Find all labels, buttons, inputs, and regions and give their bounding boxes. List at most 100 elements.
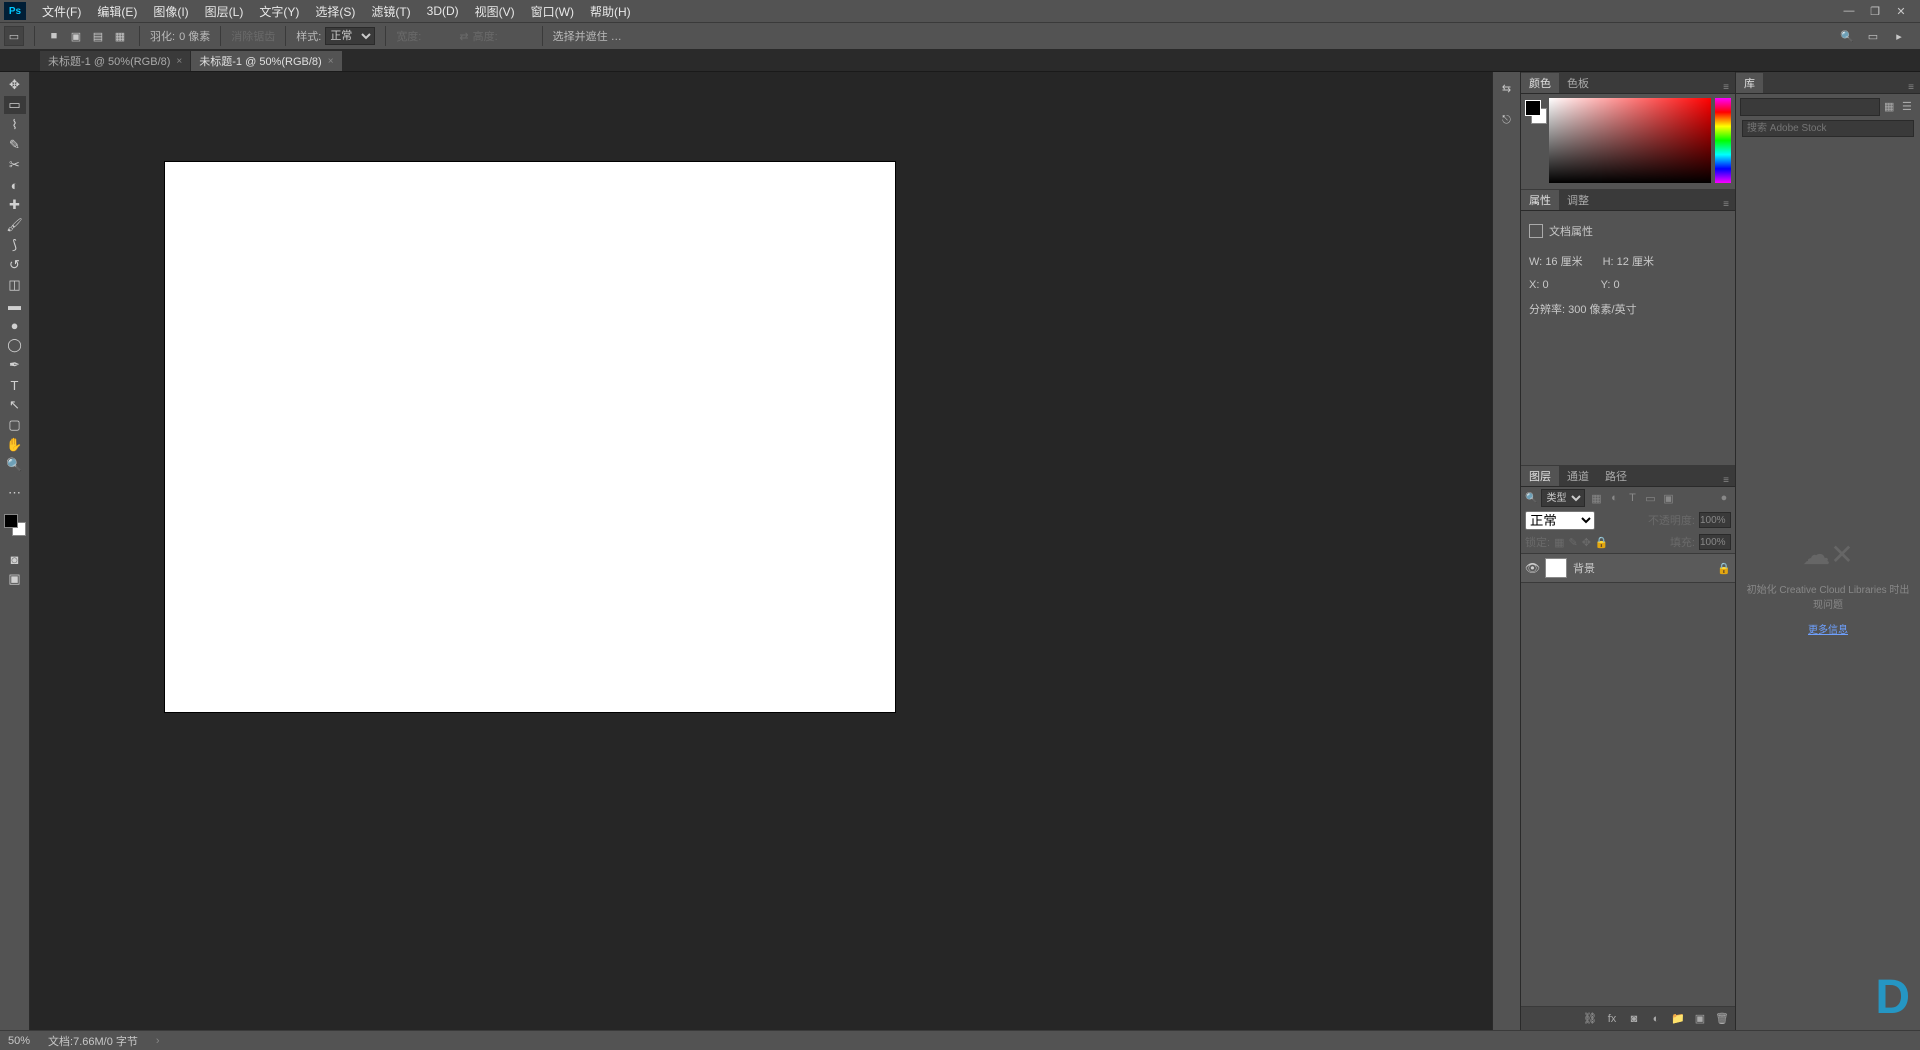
new-layer-icon[interactable]: ▣ [1693,1012,1707,1026]
panel-menu-icon[interactable]: ≡ [1717,199,1735,210]
menu-view[interactable]: 视图(V) [467,1,523,22]
close-icon[interactable]: ✕ [1894,4,1908,18]
fill-input[interactable] [1699,534,1731,550]
panel-menu-icon[interactable]: ≡ [1717,475,1735,486]
brush-tool[interactable]: 🖌 [4,216,26,234]
lock-artboard-icon[interactable]: ✥ [1582,536,1591,549]
search-icon[interactable]: 🔍 [1525,493,1537,504]
dodge-tool[interactable]: ◯ [4,336,26,354]
filter-shape-icon[interactable]: ▭ [1643,491,1657,505]
library-search-input[interactable] [1742,120,1914,137]
menu-select[interactable]: 选择(S) [307,1,363,22]
quick-select-tool[interactable]: ✎ [4,136,26,154]
gradient-tool[interactable]: ▬ [4,296,26,314]
history-brush-tool[interactable]: ↺ [4,256,26,274]
lasso-tool[interactable]: ⌇ [4,116,26,134]
menu-filter[interactable]: 滤镜(T) [363,1,418,22]
tab-color[interactable]: 颜色 [1521,73,1559,93]
filter-type-select[interactable]: 类型 [1541,489,1585,507]
tab-layers[interactable]: 图层 [1521,466,1559,486]
character-panel-icon[interactable]: ⎋ [1497,110,1517,130]
menu-3d[interactable]: 3D(D) [419,2,467,20]
maximize-icon[interactable]: ❐ [1868,4,1882,18]
lock-pixels-icon[interactable]: ▦ [1554,536,1564,549]
menu-edit[interactable]: 编辑(E) [89,1,145,22]
link-layers-icon[interactable]: ⛓ [1583,1012,1597,1026]
filter-adjust-icon[interactable]: ◐ [1607,491,1621,505]
screen-mode-icon[interactable]: ▣ [4,570,26,588]
quick-mask-icon[interactable]: ◙ [4,550,26,568]
add-selection-icon[interactable]: ▣ [67,27,85,45]
pen-tool[interactable]: ✒ [4,356,26,374]
tab-close-icon[interactable]: × [176,56,182,67]
panel-menu-icon[interactable]: ≡ [1717,82,1735,93]
saturation-picker[interactable] [1549,98,1711,183]
tool-preset[interactable]: ▭ [4,26,24,46]
filter-smart-icon[interactable]: ▣ [1661,491,1675,505]
menu-image[interactable]: 图像(I) [145,1,196,22]
group-icon[interactable]: 📁 [1671,1012,1685,1026]
opacity-input[interactable] [1699,512,1731,528]
menu-help[interactable]: 帮助(H) [582,1,639,22]
foreground-color[interactable] [4,514,18,528]
doc-size[interactable]: 文档:7.66M/0 字节 [48,1033,138,1049]
blend-mode-select[interactable]: 正常 [1525,511,1595,530]
lock-all-icon[interactable]: 🔒 [1595,536,1609,549]
move-tool[interactable]: ✥ [4,76,26,94]
tab-paths[interactable]: 路径 [1597,466,1635,486]
canvas-area[interactable] [30,72,1492,1030]
minimize-icon[interactable]: — [1842,4,1856,18]
marquee-tool[interactable]: ▭ [4,96,26,114]
document-tab[interactable]: 未标题-1 @ 50%(RGB/8) × [40,51,191,71]
lock-position-icon[interactable]: ✎ [1568,536,1577,549]
subtract-selection-icon[interactable]: ▤ [89,27,107,45]
eraser-tool[interactable]: ◫ [4,276,26,294]
refine-button[interactable]: 选择并遮住 … [553,28,622,44]
grid-view-icon[interactable]: ▦ [1884,100,1898,114]
tab-channels[interactable]: 通道 [1559,466,1597,486]
document-tab[interactable]: 未标题-1 @ 50%(RGB/8) × [191,51,342,71]
more-info-link[interactable]: 更多信息 [1808,621,1848,636]
color-swatches[interactable] [4,514,26,536]
panel-menu-icon[interactable]: ≡ [1902,82,1920,93]
library-select[interactable] [1740,98,1880,116]
status-menu-icon[interactable]: › [156,1035,160,1047]
visibility-icon[interactable]: 👁 [1525,561,1539,575]
feather-value[interactable]: 0 像素 [179,28,210,44]
tab-libraries[interactable]: 库 [1736,73,1763,93]
eyedropper-tool[interactable]: ◐ [4,176,26,194]
healing-tool[interactable]: ✚ [4,196,26,214]
filter-type-icon[interactable]: T [1625,491,1639,505]
hue-strip[interactable] [1715,98,1731,183]
path-select-tool[interactable]: ↖ [4,396,26,414]
panel-collapse-icon[interactable]: ▸ [1890,27,1908,45]
crop-tool[interactable]: ✂ [4,156,26,174]
tab-swatches[interactable]: 色板 [1559,73,1597,93]
blur-tool[interactable]: ● [4,316,26,334]
type-tool[interactable]: T [4,376,26,394]
fg-mini-swatch[interactable] [1525,100,1541,116]
workspace-icon[interactable]: ▭ [1864,27,1882,45]
layer-thumb[interactable] [1545,558,1567,578]
mask-icon[interactable]: ◙ [1627,1012,1641,1026]
fx-icon[interactable]: fx [1605,1012,1619,1026]
style-select[interactable]: 正常 [325,27,375,45]
rectangle-tool[interactable]: ▢ [4,416,26,434]
layer-row[interactable]: 👁 背景 🔒 [1521,553,1735,583]
filter-pixel-icon[interactable]: ▦ [1589,491,1603,505]
stamp-tool[interactable]: ⟆ [4,236,26,254]
zoom-tool[interactable]: 🔍 [4,456,26,474]
canvas[interactable] [165,162,895,712]
filter-toggle-icon[interactable]: ● [1717,491,1731,505]
menu-file[interactable]: 文件(F) [34,1,89,22]
delete-layer-icon[interactable]: 🗑 [1715,1012,1729,1026]
menu-type[interactable]: 文字(Y) [251,1,307,22]
adjustment-layer-icon[interactable]: ◐ [1649,1012,1663,1026]
tab-close-icon[interactable]: × [328,56,334,67]
tab-properties[interactable]: 属性 [1521,190,1559,210]
list-view-icon[interactable]: ☰ [1902,100,1916,114]
search-icon[interactable]: 🔍 [1838,27,1856,45]
zoom-level[interactable]: 50% [8,1035,30,1047]
intersect-selection-icon[interactable]: ▦ [111,27,129,45]
history-panel-icon[interactable]: ⇆ [1497,78,1517,98]
